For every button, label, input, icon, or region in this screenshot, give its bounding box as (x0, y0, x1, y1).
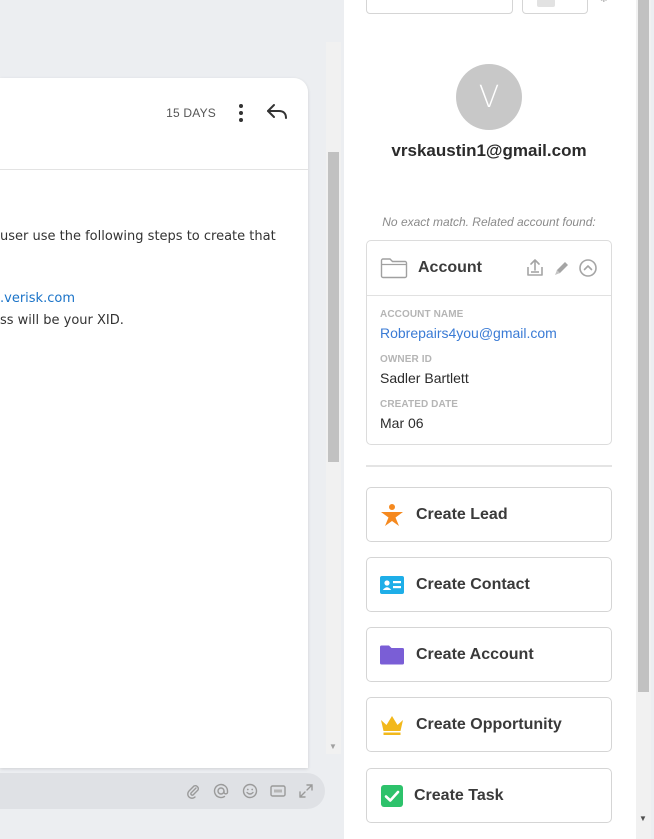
panel-scroll-thumb[interactable] (638, 0, 649, 692)
contact-email: vrskaustin1@gmail.com (391, 141, 587, 160)
account-card-title: Account (418, 259, 482, 276)
create-lead-label: Create Lead (416, 506, 508, 523)
create-contact-label: Create Contact (416, 576, 530, 593)
owner-id-label: OWNER ID (380, 354, 432, 365)
expand-icon[interactable] (298, 783, 314, 799)
created-date-label: CREATED DATE (380, 399, 459, 410)
settings-icon[interactable]: ✱ (600, 0, 608, 4)
folder-icon (380, 645, 404, 665)
star-person-icon (381, 504, 403, 526)
emoji-icon[interactable] (242, 783, 258, 799)
crown-icon (381, 716, 403, 735)
crm-sidebar-panel: ✱ V vrskaustin1@gmail.com No exact match… (344, 0, 636, 839)
collapse-icon[interactable] (578, 258, 598, 278)
create-account-label: Create Account (416, 646, 534, 663)
create-task-label: Create Task (414, 787, 504, 804)
folder-outline-icon (380, 258, 408, 279)
top-select-button[interactable] (522, 0, 588, 14)
create-contact-button[interactable]: Create Contact (366, 557, 612, 612)
avatar: V (456, 64, 522, 130)
create-task-button[interactable]: Create Task (366, 768, 612, 823)
create-account-button[interactable]: Create Account (366, 627, 612, 682)
account-card-header[interactable]: Account (367, 241, 611, 296)
email-age-label: 15 DAYS (166, 106, 216, 120)
contact-card-icon (380, 576, 404, 594)
section-divider (366, 465, 612, 467)
create-lead-button[interactable]: Create Lead (366, 487, 612, 542)
account-name-link[interactable]: Robrepairs4you@gmail.com (380, 325, 557, 341)
gif-icon[interactable] (270, 783, 286, 799)
scroll-down-arrow-icon[interactable]: ▼ (639, 815, 647, 823)
mention-icon[interactable] (213, 783, 229, 799)
more-options-icon[interactable] (234, 103, 248, 123)
create-opportunity-button[interactable]: Create Opportunity (366, 697, 612, 752)
top-select-field[interactable] (366, 0, 513, 14)
owner-id-value: Sadler Bartlett (380, 370, 469, 386)
email-body-link[interactable]: .verisk.com (0, 291, 75, 306)
email-body-line: user use the following steps to create t… (0, 229, 276, 244)
attach-icon[interactable] (185, 783, 201, 799)
reply-icon[interactable] (266, 102, 288, 122)
account-name-label: ACCOUNT NAME (380, 309, 464, 320)
email-scrollbar[interactable]: ▼ (326, 42, 341, 754)
edit-pencil-icon[interactable] (552, 258, 572, 278)
email-body-line: ss will be your XID. (0, 313, 124, 328)
match-note: No exact match. Related account found: (382, 215, 596, 229)
reply-composer-bar[interactable] (0, 773, 325, 809)
export-icon[interactable] (525, 258, 545, 278)
create-opportunity-label: Create Opportunity (416, 716, 562, 733)
panel-scrollbar[interactable]: ▼ (636, 0, 651, 839)
email-message-card: 15 DAYS user use the following steps to … (0, 78, 308, 768)
scroll-down-arrow-icon[interactable]: ▼ (329, 743, 337, 751)
checkbox-icon (381, 785, 403, 807)
email-header: 15 DAYS (0, 78, 308, 170)
email-scroll-thumb[interactable] (328, 152, 339, 462)
created-date-value: Mar 06 (380, 415, 424, 431)
account-card: Account ACCOUNT NAME Robrepairs4you@gmai… (366, 240, 612, 445)
